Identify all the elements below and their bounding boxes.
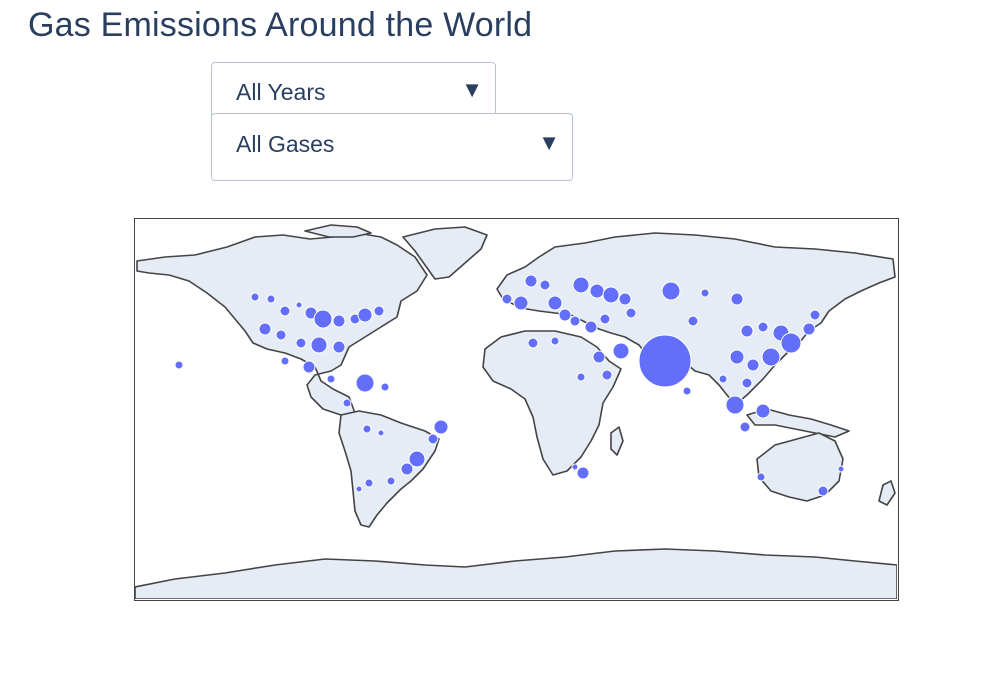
land-antarctica: [135, 548, 897, 599]
emission-bubble: [427, 433, 439, 445]
emission-bubble: [584, 320, 598, 334]
emission-bubble: [687, 315, 699, 327]
world-map[interactable]: [134, 218, 899, 601]
emission-bubble: [433, 419, 449, 435]
emission-bubble: [313, 309, 333, 329]
emission-bubble: [700, 288, 710, 298]
emission-bubble: [558, 308, 572, 322]
emission-bubble: [780, 332, 802, 354]
land-new-zealand: [878, 480, 896, 506]
emission-bubble: [572, 276, 590, 294]
gas-dropdown-value: All Gases: [236, 131, 335, 157]
emission-bubble: [809, 309, 821, 321]
land-australia: [756, 432, 844, 502]
emission-bubble: [739, 421, 751, 433]
emission-bubble: [310, 336, 328, 354]
emission-bubble: [524, 274, 538, 288]
emission-bubble: [602, 286, 620, 304]
emission-bubble: [380, 382, 390, 392]
land-layer: [135, 224, 897, 599]
emission-bubble: [761, 347, 781, 367]
emission-bubble: [266, 294, 276, 304]
emission-bubble: [501, 293, 513, 305]
emission-bubble: [355, 485, 363, 493]
emission-bubble: [740, 324, 754, 338]
year-dropdown-value: All Years: [236, 79, 326, 105]
emission-bubble: [757, 321, 769, 333]
emission-bubble: [362, 424, 372, 434]
emission-bubble: [357, 307, 373, 323]
world-map-canvas[interactable]: [135, 219, 897, 599]
emission-bubble: [550, 336, 560, 346]
page-title: Gas Emissions Around the World: [28, 6, 533, 44]
emission-bubble: [741, 377, 753, 389]
emission-bubble: [250, 292, 260, 302]
emission-bubble: [275, 329, 287, 341]
emission-bubble: [539, 279, 551, 291]
emission-bubble: [513, 295, 529, 311]
emission-bubble: [601, 369, 613, 381]
emission-bubble: [730, 292, 744, 306]
emission-bubble: [547, 295, 563, 311]
emission-bubble: [258, 322, 272, 336]
emission-bubble: [571, 463, 579, 471]
emission-bubble: [342, 398, 352, 408]
emission-bubble: [386, 476, 396, 486]
emission-bubble: [661, 281, 681, 301]
emission-bubble: [682, 386, 692, 396]
emission-bubble: [729, 349, 745, 365]
land-madagascar: [610, 426, 624, 456]
emission-bubble: [364, 478, 374, 488]
emission-bubble: [279, 305, 291, 317]
emission-bubble: [332, 314, 346, 328]
land-south-america: [338, 410, 440, 528]
emission-bubble: [576, 466, 590, 480]
emission-bubble: [755, 403, 771, 419]
emission-bubble: [817, 485, 829, 497]
emission-bubble: [638, 334, 692, 388]
emission-bubble: [612, 342, 630, 360]
caret-down-icon: ▼: [461, 77, 483, 102]
emission-bubble: [332, 340, 346, 354]
emission-bubble: [377, 429, 385, 437]
emission-bubble: [355, 373, 375, 393]
emission-bubble: [569, 315, 581, 327]
emission-bubble: [280, 356, 290, 366]
emission-bubble: [373, 305, 385, 317]
land-arctic-islands: [304, 224, 372, 238]
emission-bubble: [802, 322, 816, 336]
emission-bubble: [618, 292, 632, 306]
emission-bubble: [174, 360, 184, 370]
emission-bubble: [756, 472, 766, 482]
emission-bubble: [295, 337, 307, 349]
emission-bubble: [576, 372, 586, 382]
emission-bubble: [400, 462, 414, 476]
emission-bubble: [725, 395, 745, 415]
emission-bubble: [527, 337, 539, 349]
emission-bubble: [589, 283, 605, 299]
caret-down-icon: ▼: [538, 130, 560, 155]
emission-bubble: [326, 374, 336, 384]
emission-bubble: [746, 358, 760, 372]
emission-bubble: [625, 307, 637, 319]
emission-bubble: [302, 360, 316, 374]
emission-bubble: [295, 301, 303, 309]
emission-bubble: [718, 374, 728, 384]
emission-bubble: [592, 350, 606, 364]
gas-dropdown[interactable]: All Gases ▼: [211, 113, 573, 181]
emission-bubble: [837, 465, 845, 473]
emission-bubble: [599, 313, 611, 325]
